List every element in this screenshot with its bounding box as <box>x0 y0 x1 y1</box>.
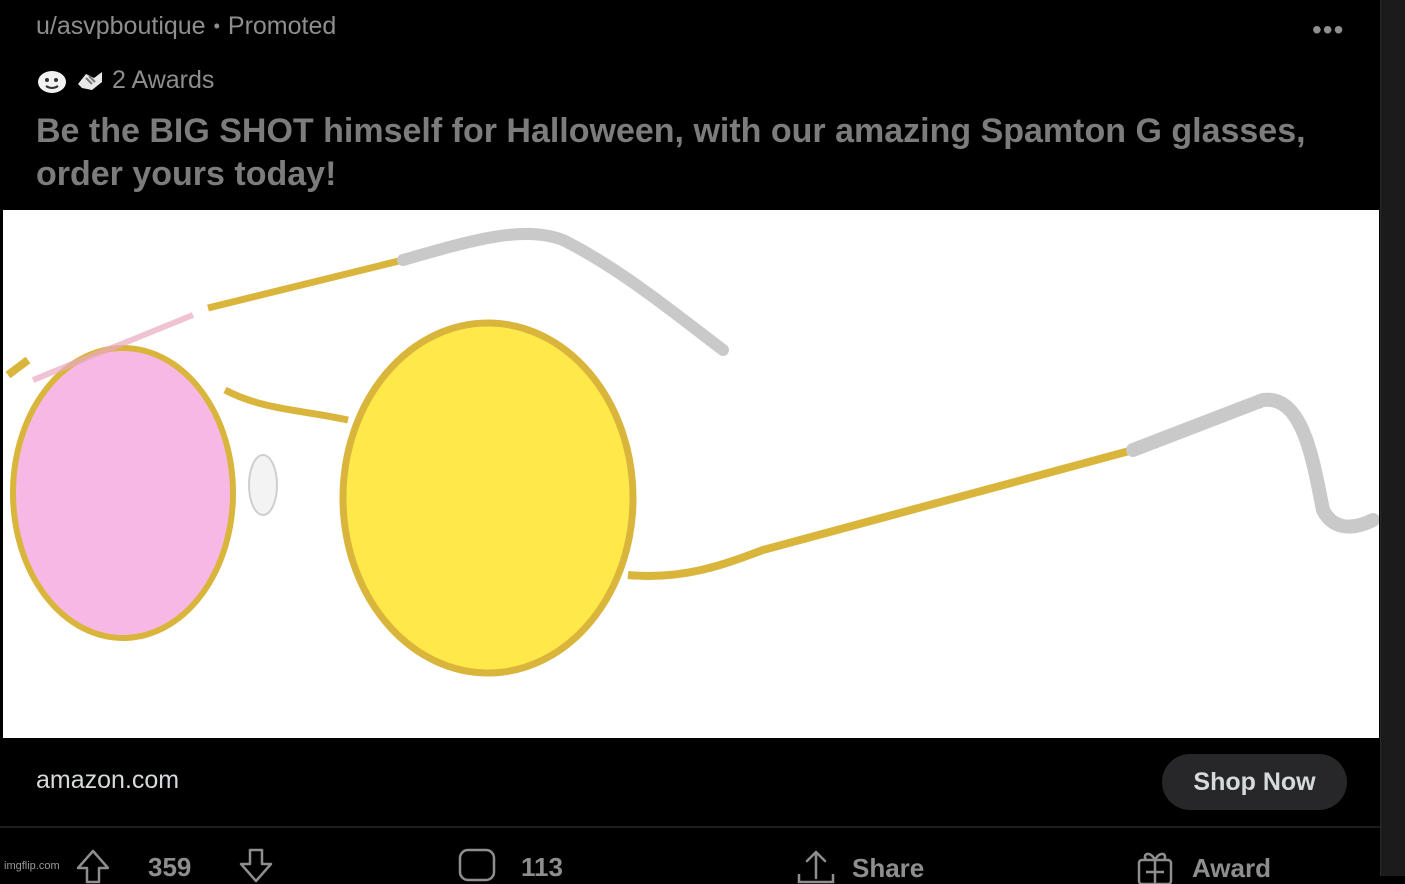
share-button[interactable]: Share <box>796 848 924 884</box>
comment-icon <box>458 848 496 882</box>
separator-dot: • <box>213 16 220 36</box>
upvote-icon <box>76 849 110 884</box>
divider <box>0 826 1380 828</box>
more-options-icon[interactable]: ••• <box>1312 14 1344 46</box>
upvote-button[interactable] <box>75 848 111 884</box>
promoted-post: u/asvpboutique • Promoted ••• 2 Awards B… <box>0 0 1380 884</box>
sunglasses-image <box>5 227 1379 677</box>
vote-score: 359 <box>148 852 192 882</box>
wholesome-award-icon <box>36 64 68 96</box>
gift-icon <box>1137 852 1173 884</box>
downvote-button[interactable] <box>238 848 274 884</box>
downvote-icon <box>239 848 273 883</box>
post-header: u/asvpboutique • Promoted <box>36 12 336 41</box>
comments-button[interactable] <box>458 848 498 884</box>
author-link[interactable]: u/asvpboutique <box>36 12 206 41</box>
share-icon <box>797 850 835 884</box>
post-title[interactable]: Be the BIG SHOT himself for Halloween, w… <box>36 110 1336 196</box>
ad-domain[interactable]: amazon.com <box>36 766 179 795</box>
handshake-award-icon <box>74 64 106 96</box>
awards-count: 2 Awards <box>112 65 215 94</box>
comments-count: 113 <box>521 852 563 882</box>
imgflip-watermark: imgflip.com <box>4 860 60 872</box>
action-bar: 359 113 Share Award <box>0 840 1380 884</box>
ad-image[interactable] <box>3 210 1379 738</box>
award-label: Award <box>1192 852 1271 883</box>
share-label: Share <box>852 852 925 883</box>
award-button[interactable]: Award <box>1136 848 1271 884</box>
scrollbar[interactable] <box>1380 0 1405 876</box>
awards-row[interactable]: 2 Awards <box>36 64 214 96</box>
shop-now-button[interactable]: Shop Now <box>1162 754 1347 810</box>
promoted-label: Promoted <box>227 12 337 40</box>
